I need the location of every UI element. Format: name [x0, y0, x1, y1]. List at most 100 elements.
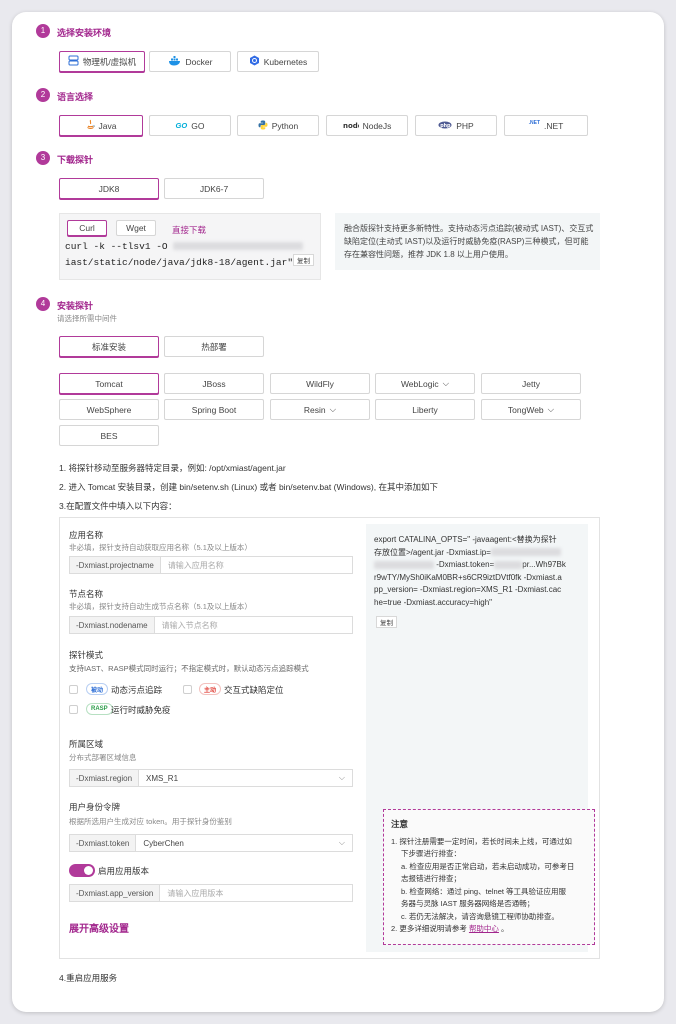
- step-4-number: 4: [36, 297, 50, 311]
- app-name-desc: 非必填，探针支持自动获取应用名称（5.1及以上版本）: [69, 543, 252, 552]
- rasp-badge: RASP: [86, 703, 113, 715]
- region-select[interactable]: XMS_R1 ⌵: [139, 770, 352, 786]
- mw-liberty-button[interactable]: Liberty: [375, 399, 475, 420]
- kubernetes-icon: [249, 55, 260, 68]
- token-select-group: -Dxmiast.token CyberChen ⌵: [69, 834, 353, 852]
- notes-line-1: 1. 探针注册需要一定时间，若长时间未上线，可通过如: [391, 836, 572, 846]
- java-icon: [86, 119, 95, 132]
- mw-tongweb-button[interactable]: TongWeb ⌵: [481, 399, 581, 420]
- jdk6-7-button[interactable]: JDK6-7: [164, 178, 264, 199]
- node-name-label: 节点名称: [69, 589, 104, 599]
- mw-jetty-button[interactable]: Jetty: [481, 373, 581, 394]
- app-version-toggle[interactable]: [69, 864, 95, 877]
- mw-bes-button[interactable]: BES: [59, 425, 159, 446]
- mw-springboot-button[interactable]: Spring Boot: [164, 399, 264, 420]
- app-version-toggle-label: 启用应用版本: [98, 866, 150, 876]
- app-version-input[interactable]: 请输入应用版本: [160, 885, 352, 901]
- env-vm-button[interactable]: 物理机/虚拟机: [59, 51, 145, 72]
- help-center-link[interactable]: 帮助中心: [469, 924, 499, 933]
- lang-go-button[interactable]: GO GO: [149, 115, 231, 136]
- config-code-line3: -Dxmiast.token= pr...Wh97Bk: [374, 559, 588, 572]
- notes-line-3: b. 检查网络：通过 ping、telnet 等工具验证应用服: [401, 886, 567, 896]
- config-code-line4: r9wTY/MySh0iKaM0BR+s6CR9iztDVtf0fk -Dxmi…: [374, 572, 562, 582]
- mode-taint-checkbox[interactable]: [69, 685, 78, 694]
- mw-resin-label: Resin: [303, 404, 326, 415]
- node-name-input[interactable]: 请输入节点名称: [155, 617, 352, 633]
- lang-java-button[interactable]: Java: [59, 115, 143, 136]
- app-name-input[interactable]: 请输入应用名称: [161, 557, 352, 573]
- curl-tab[interactable]: Curl: [67, 220, 107, 236]
- region-desc: 分布式部署区域信息: [69, 753, 137, 762]
- install-standard-button[interactable]: 标准安装: [59, 336, 159, 357]
- notes-line-5-text: 2. 更多详细说明请参考: [391, 924, 467, 933]
- lang-nodejs-button[interactable]: node NodeJs: [326, 115, 408, 136]
- download-cmd-line1-text: curl -k --tlsv1 -O: [65, 241, 168, 252]
- mw-resin-button[interactable]: Resin ⌵: [270, 399, 370, 420]
- mw-jboss-button[interactable]: JBoss: [164, 373, 264, 394]
- notes-line-2b: 志报错进行排查；: [401, 874, 461, 883]
- region-value: XMS_R1: [146, 773, 179, 783]
- notes-line-3b: 务器与灵脉 IAST 服务器网络是否通畅；: [401, 899, 535, 908]
- app-name-label: 应用名称: [69, 530, 104, 540]
- passive-badge: 被动: [86, 683, 109, 695]
- wget-tab[interactable]: Wget: [116, 220, 156, 236]
- token-desc: 根据所选用户生成对应 token。用于探针身份鉴别: [69, 817, 232, 826]
- mode-interactive-label: 交互式缺陷定位: [224, 685, 284, 695]
- python-icon: [258, 120, 268, 132]
- mode-taint-label: 动态污点追踪: [111, 685, 163, 695]
- notes-line-1b: 下步骤进行排查：: [401, 849, 461, 858]
- download-cmd-line1: curl -k --tlsv1 -O: [65, 241, 304, 252]
- region-prefix: -Dxmiast.region: [70, 770, 140, 786]
- lang-php-button[interactable]: php PHP: [415, 115, 497, 136]
- node-name-prefix: -Dxmiast.nodename: [70, 617, 155, 633]
- lang-dotnet-button[interactable]: .NET .NET: [504, 115, 588, 136]
- install-hot-deploy-button[interactable]: 热部署: [164, 336, 264, 357]
- main-card: 1 选择安装环境 物理机/虚拟机 Docker Kubernetes 2 语言选…: [12, 12, 664, 1012]
- notes-line-2: a. 检查应用是否正常启动，若未启动成功，可参考日: [401, 861, 575, 871]
- redacted-url: [173, 242, 304, 251]
- notes-title: 注意: [391, 819, 409, 829]
- config-code-line2-text: 存放位置>/agent.jar -Dxmiast.ip=: [374, 547, 491, 557]
- copy-download-button[interactable]: 复制: [293, 254, 314, 266]
- mw-wildfly-button[interactable]: WildFly: [270, 373, 370, 394]
- token-select[interactable]: CyberChen ⌵: [136, 835, 352, 851]
- lang-python-button[interactable]: Python: [237, 115, 319, 136]
- region-select-group: -Dxmiast.region XMS_R1 ⌵: [69, 769, 353, 787]
- token-prefix: -Dxmiast.token: [70, 835, 137, 851]
- copy-config-button[interactable]: 复制: [376, 616, 397, 628]
- app-name-prefix: -Dxmiast.projectname: [70, 557, 161, 573]
- instruction-1: 1. 将探针移动至服务器特定目录，例如: /opt/xmiast/agent.j…: [59, 463, 286, 473]
- env-docker-button[interactable]: Docker: [149, 51, 231, 72]
- mw-weblogic-label: WebLogic: [400, 378, 439, 389]
- mw-weblogic-button[interactable]: WebLogic ⌵: [375, 373, 475, 394]
- mw-tomcat-button[interactable]: Tomcat: [59, 373, 159, 394]
- instruction-2: 2. 进入 Tomcat 安装目录，创建 bin/setenv.sh (Linu…: [59, 482, 438, 492]
- config-code-line1: export CATALINA_OPTS=" -javaagent:<替换为探针: [374, 535, 557, 544]
- step-2-number: 2: [36, 88, 50, 102]
- mode-interactive-checkbox[interactable]: [183, 685, 192, 694]
- mode-rasp-label: 运行时威胁免疫: [111, 705, 171, 715]
- lang-java-label: Java: [98, 120, 117, 131]
- direct-download-link[interactable]: 直接下载: [172, 224, 206, 236]
- lang-go-label: GO: [191, 120, 205, 131]
- jdk8-button[interactable]: JDK8: [59, 178, 159, 199]
- notes-box: 注意 1. 探针注册需要一定时间，若长时间未上线，可通过如 下步骤进行排查： a…: [383, 809, 595, 945]
- step-1-number: 1: [36, 24, 50, 38]
- php-icon: php: [438, 121, 452, 131]
- probe-mode-desc: 支持IAST、RASP模式同时运行；不指定模式时，默认动态污点追踪模式: [69, 664, 309, 673]
- mode-rasp-checkbox[interactable]: [69, 705, 78, 714]
- env-kubernetes-label: Kubernetes: [263, 56, 308, 67]
- go-icon: GO: [175, 121, 188, 130]
- mw-tongweb-label: TongWeb: [507, 404, 544, 415]
- advanced-settings-link[interactable]: 展开高级设置: [69, 920, 129, 935]
- app-version-prefix: -Dxmiast.app_version: [70, 885, 161, 901]
- redacted-token: [494, 560, 523, 569]
- mw-websphere-button[interactable]: WebSphere: [59, 399, 159, 420]
- token-label: 用户身份令牌: [69, 802, 121, 812]
- region-label: 所属区域: [69, 739, 104, 749]
- env-kubernetes-button[interactable]: Kubernetes: [237, 51, 319, 72]
- docker-icon: [168, 55, 182, 68]
- lang-python-label: Python: [271, 120, 299, 131]
- token-value: CyberChen: [143, 838, 184, 848]
- server-icon: [68, 55, 79, 68]
